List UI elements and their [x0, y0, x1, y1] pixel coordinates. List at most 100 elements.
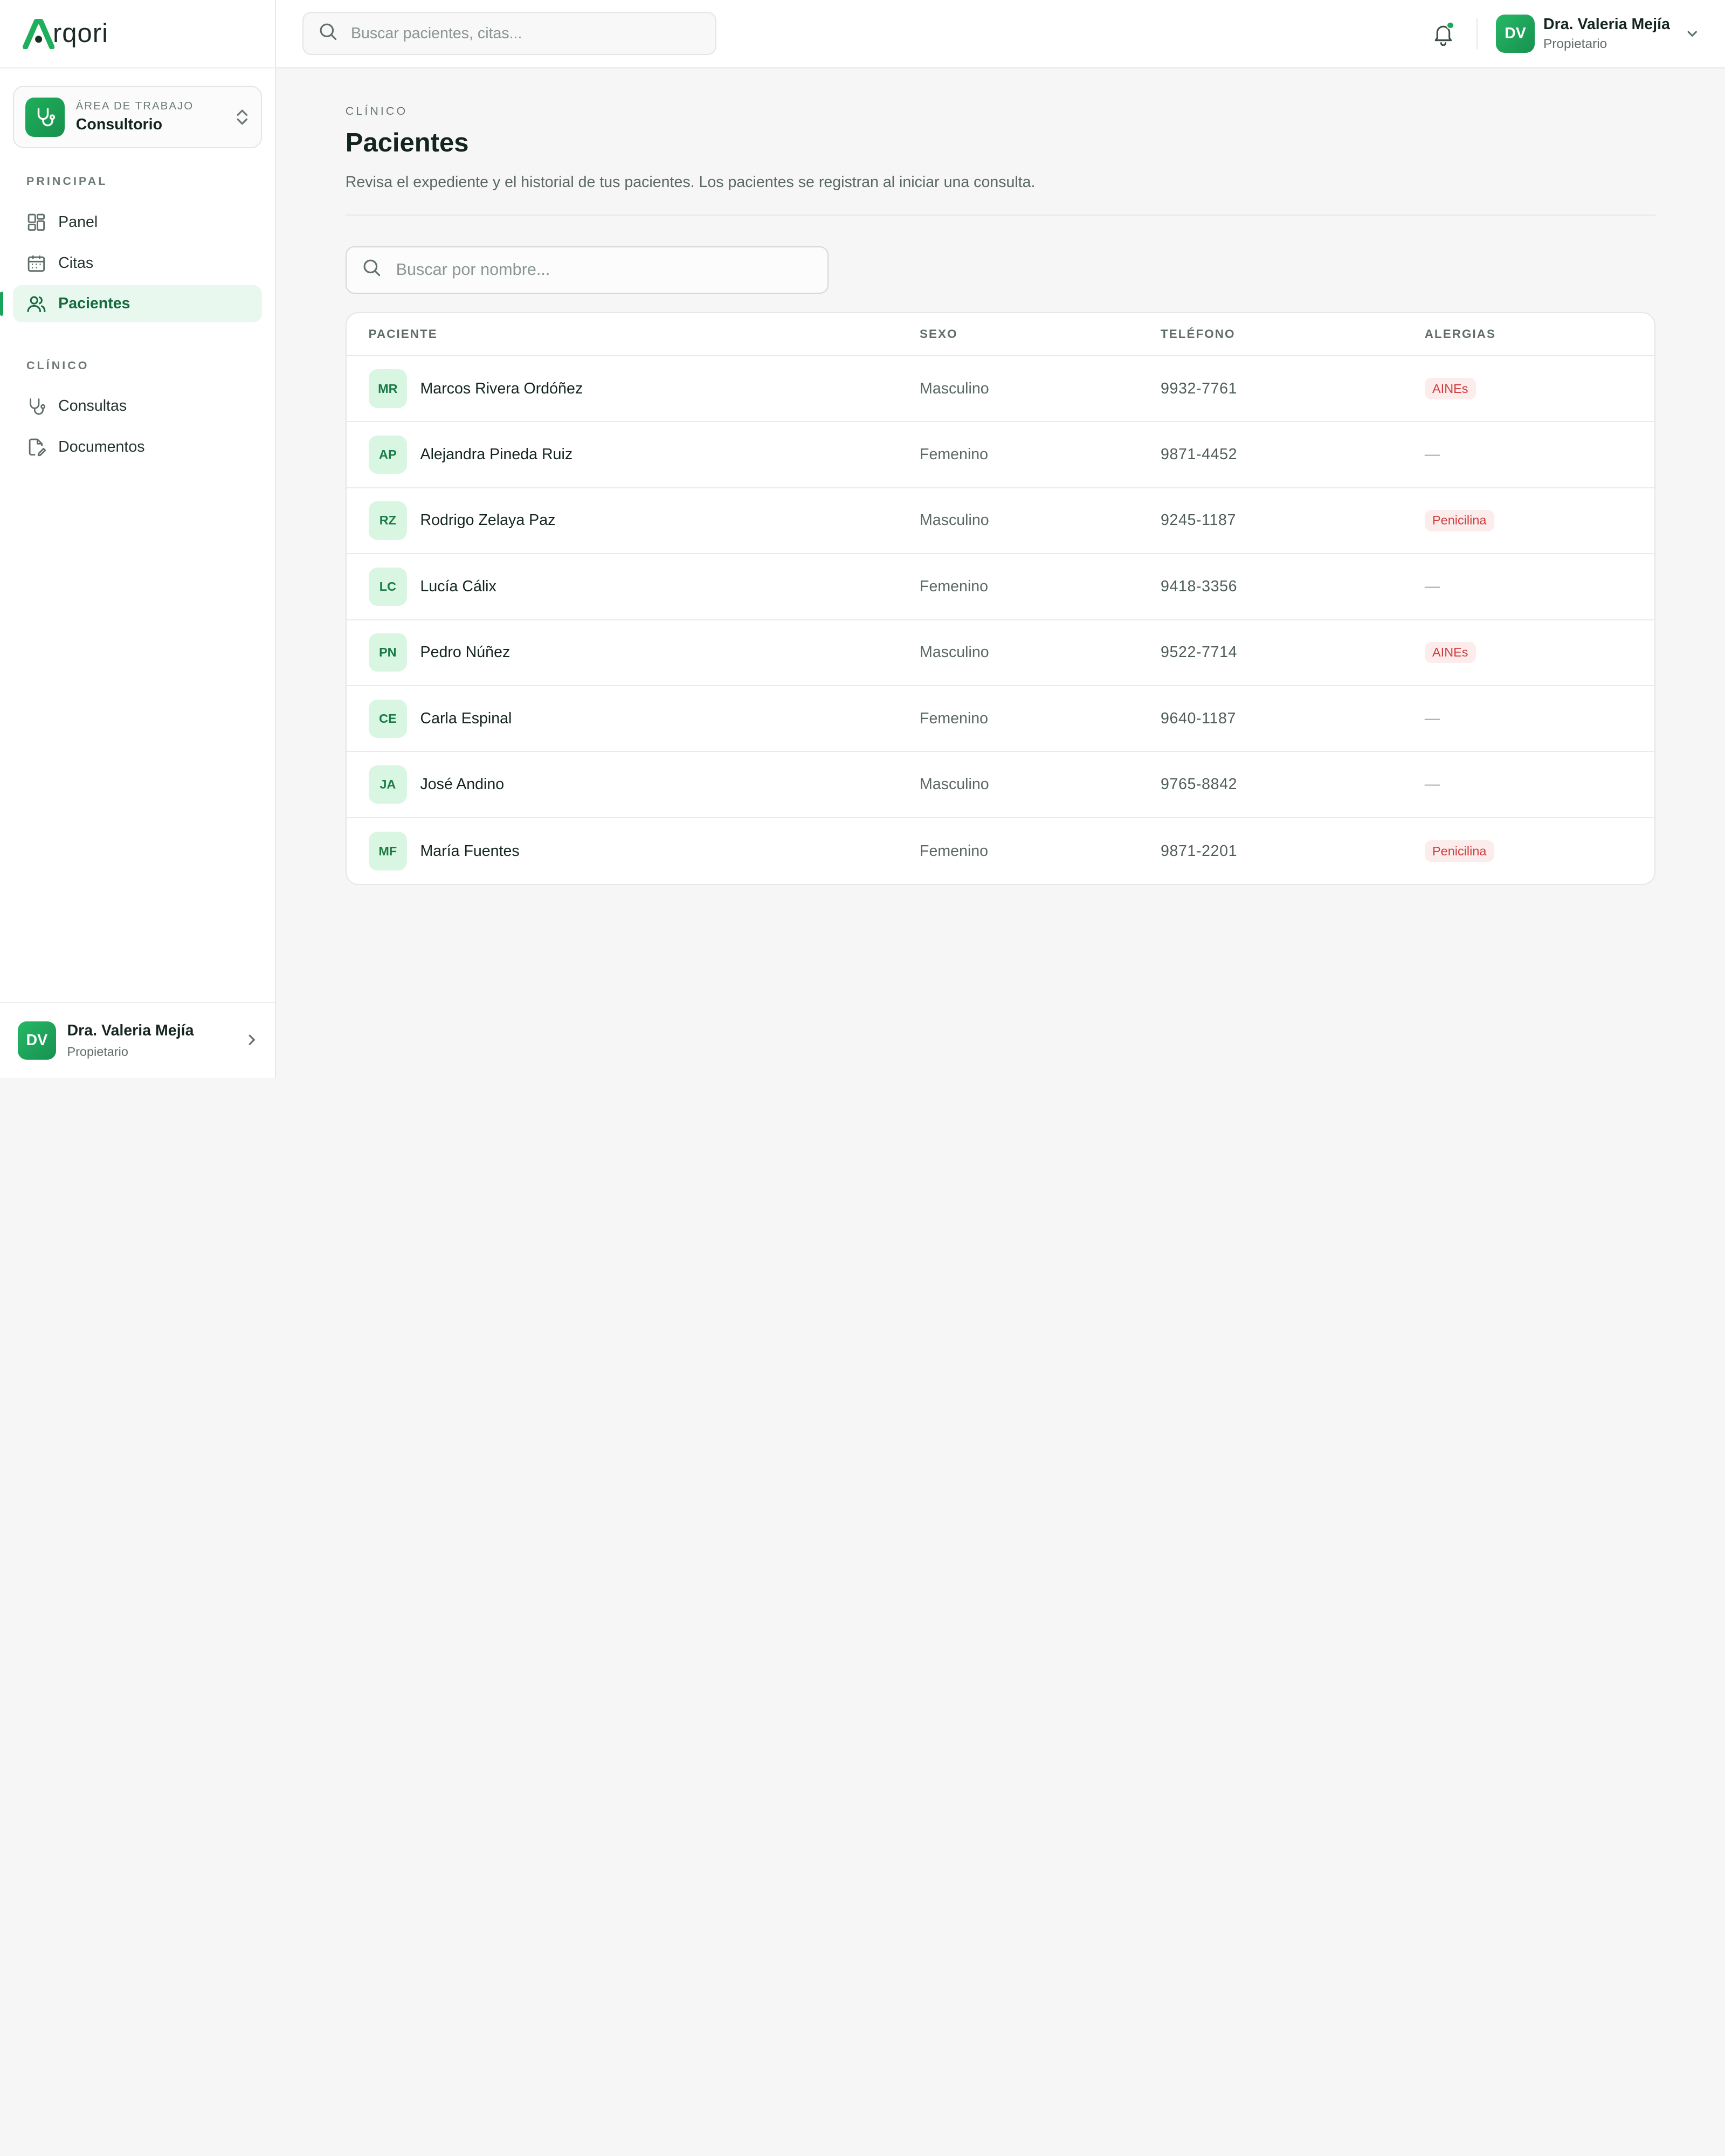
user-menu[interactable]: DV Dra. Valeria Mejía Propietario: [1496, 14, 1699, 53]
global-search-input[interactable]: [350, 24, 681, 43]
chevron-up-down-icon: [234, 107, 250, 127]
section-label: PRINCIPAL: [26, 175, 108, 188]
workspace-switcher[interactable]: ÁREA DE TRABAJO Consultorio: [13, 86, 262, 149]
sidebar-item-label: Citas: [58, 254, 94, 272]
topbar: DV Dra. Valeria Mejía Propietario: [276, 0, 1725, 68]
patient-sex: Femenino: [920, 445, 989, 463]
search-icon: [362, 258, 382, 282]
patient-avatar: MF: [368, 832, 408, 870]
patient-name: Carla Espinal: [420, 709, 512, 727]
allergy-empty: —: [1424, 709, 1440, 727]
patient-avatar: MR: [368, 369, 408, 408]
avatar: DV: [17, 1021, 57, 1060]
patient-sex: Masculino: [920, 379, 989, 397]
sidebar-item-label: Consultas: [58, 397, 127, 415]
allergy-badge: Penicilina: [1424, 510, 1494, 531]
calendar-icon: [26, 253, 46, 273]
sidebar-user-card[interactable]: DV Dra. Valeria Mejía Propietario: [0, 1002, 275, 1078]
patient-sex: Femenino: [920, 577, 989, 595]
document-edit-icon: [26, 437, 46, 457]
sidebar-item-documentos[interactable]: Documentos: [13, 429, 261, 466]
patient-name: Marcos Rivera Ordóñez: [420, 379, 583, 397]
chevron-right-icon: [246, 1031, 257, 1051]
table-row[interactable]: AP Alejandra Pineda Ruiz Femenino 9871-44…: [346, 422, 1655, 488]
table-row[interactable]: RZ Rodrigo Zelaya Paz Masculino 9245-1187…: [346, 488, 1655, 555]
patient-phone: 9871-4452: [1160, 445, 1238, 463]
patient-phone: 9640-1187: [1160, 709, 1236, 727]
patient-phone: 9932-7761: [1160, 379, 1238, 397]
grid-icon: [26, 212, 46, 232]
bell-icon: [1431, 25, 1455, 50]
patient-name: Rodrigo Zelaya Paz: [420, 512, 556, 529]
table-row[interactable]: MR Marcos Rivera Ordóñez Masculino 9932-7…: [346, 356, 1655, 423]
patient-avatar: CE: [368, 699, 408, 738]
workspace-label: ÁREA DE TRABAJO: [75, 100, 194, 113]
patient-phone: 9245-1187: [1160, 512, 1236, 529]
patient-search[interactable]: [345, 246, 829, 294]
chevron-down-icon: [1686, 27, 1699, 40]
divider: [1476, 18, 1478, 49]
patients-table: PACIENTE SEXO TELÉFONO ALERGIAS MR Marcos…: [345, 312, 1656, 886]
table-header: PACIENTE SEXO TELÉFONO ALERGIAS: [346, 313, 1655, 356]
table-row[interactable]: CE Carla Espinal Femenino 9640-1187 —: [346, 686, 1655, 752]
patient-sex: Femenino: [920, 842, 989, 860]
stethoscope-icon: [26, 397, 46, 417]
patient-phone: 9418-3356: [1160, 577, 1238, 595]
app-shell: rqori ÁREA DE TRABAJO Consultorio PRINCI…: [0, 0, 1725, 1078]
allergy-badge: AINEs: [1424, 642, 1476, 664]
user-name: Dra. Valeria Mejía: [67, 1022, 194, 1040]
page-content: CLÍNICO Pacientes Revisa el expediente y…: [276, 68, 1725, 886]
patient-search-input[interactable]: [396, 260, 815, 280]
patient-name: María Fuentes: [420, 842, 520, 860]
user-name: Dra. Valeria Mejía: [1543, 15, 1670, 33]
table-row[interactable]: LC Lucía Cálix Femenino 9418-3356 —: [346, 554, 1655, 620]
notifications-button[interactable]: [1431, 21, 1455, 46]
notification-dot: [1446, 21, 1454, 30]
divider: [345, 214, 1656, 216]
patient-phone: 9871-2201: [1160, 842, 1238, 860]
allergy-empty: —: [1424, 445, 1440, 463]
sidebar-item-label: Documentos: [58, 438, 145, 455]
sidebar-item-citas[interactable]: Citas: [13, 244, 261, 281]
allergy-empty: —: [1424, 776, 1440, 793]
allergy-badge: AINEs: [1424, 378, 1476, 399]
sidebar-item-label: Pacientes: [58, 295, 130, 313]
logo-mark-icon: [22, 18, 55, 49]
avatar: DV: [1496, 14, 1535, 53]
patient-avatar: AP: [368, 435, 408, 474]
page-description: Revisa el expediente y el historial de t…: [345, 173, 1036, 191]
table-row[interactable]: MF María Fuentes Femenino 9871-2201 Penic…: [347, 818, 1655, 884]
user-role: Propietario: [67, 1044, 128, 1059]
table-row[interactable]: JA José Andino Masculino 9765-8842 —: [346, 752, 1655, 818]
table-row[interactable]: PN Pedro Núñez Masculino 9522-7714 AINEs: [346, 620, 1655, 686]
patient-phone: 9522-7714: [1160, 644, 1238, 661]
patient-sex: Masculino: [920, 776, 989, 793]
patient-sex: Femenino: [920, 709, 989, 727]
sidebar-item-consultas[interactable]: Consultas: [13, 388, 261, 425]
patient-sex: Masculino: [920, 644, 989, 661]
global-search[interactable]: [302, 12, 716, 56]
sidebar-item-label: Panel: [58, 213, 98, 231]
patient-avatar: RZ: [368, 501, 408, 540]
page-kicker: CLÍNICO: [345, 104, 408, 118]
patient-avatar: JA: [368, 765, 408, 804]
logo-text: rqori: [52, 19, 109, 49]
nav-section-principal: PRINCIPAL Panel Citas Pacientes: [0, 175, 275, 326]
patient-avatar: PN: [368, 633, 408, 672]
nav-section-clinico: CLÍNICO Consultas Documentos: [0, 359, 275, 469]
column-header-sex: SEXO: [920, 327, 958, 341]
sidebar: rqori ÁREA DE TRABAJO Consultorio PRINCI…: [0, 0, 277, 1078]
patient-sex: Masculino: [920, 512, 989, 529]
stethoscope-icon: [25, 97, 65, 137]
sidebar-item-panel[interactable]: Panel: [13, 204, 261, 241]
page-title: Pacientes: [345, 128, 469, 158]
users-icon: [26, 294, 46, 314]
section-label: CLÍNICO: [26, 358, 89, 372]
patient-name: José Andino: [420, 776, 505, 793]
patient-name: Lucía Cálix: [420, 577, 496, 595]
patient-avatar: LC: [368, 567, 408, 606]
sidebar-item-pacientes[interactable]: Pacientes: [0, 285, 262, 323]
allergy-badge: Penicilina: [1424, 840, 1494, 862]
logo[interactable]: rqori: [0, 0, 275, 68]
main-area: DV Dra. Valeria Mejía Propietario CLÍNIC…: [276, 0, 1725, 1078]
